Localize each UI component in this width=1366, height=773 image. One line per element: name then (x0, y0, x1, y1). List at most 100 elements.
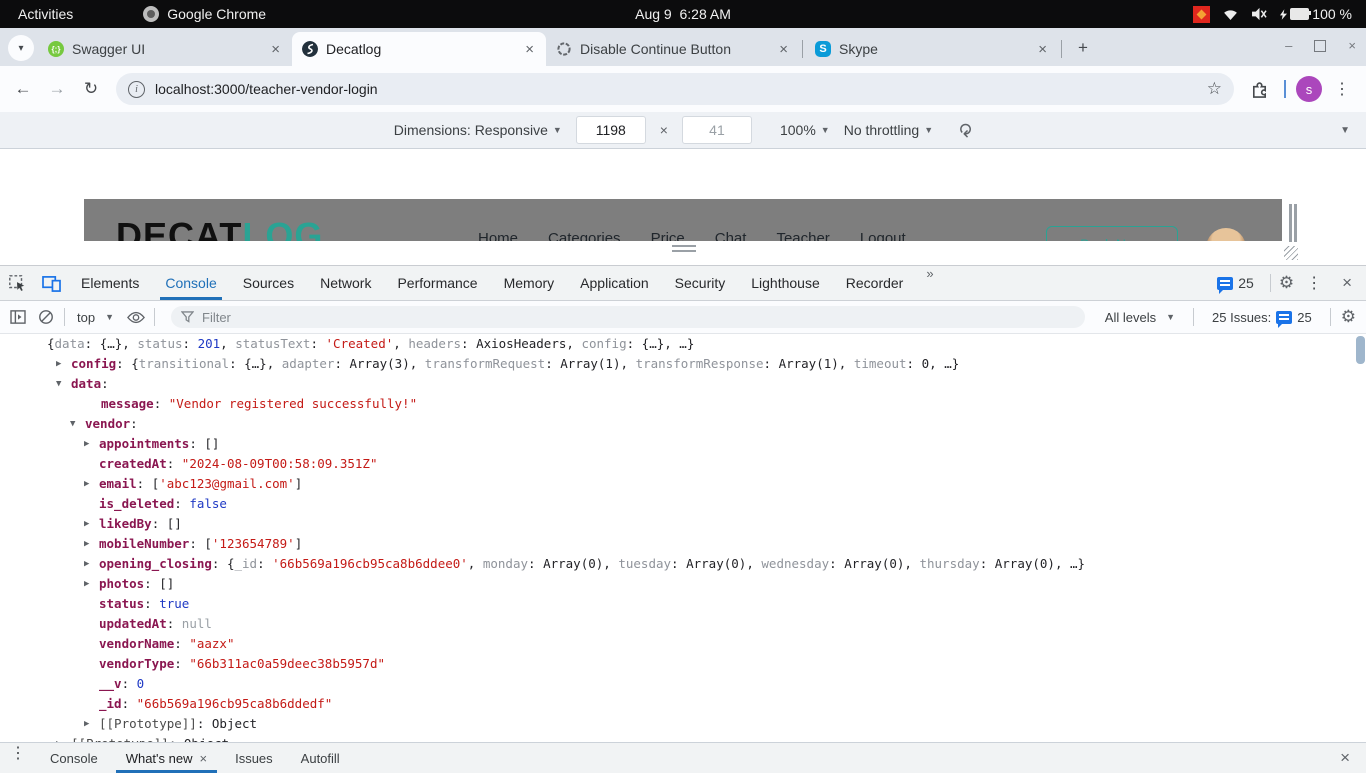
forward-button[interactable]: → (42, 74, 72, 104)
drawer-menu-icon[interactable]: ⋮ (0, 743, 36, 773)
tab-network[interactable]: Network (307, 266, 384, 300)
window-close-button[interactable]: × (1348, 38, 1356, 53)
collapsed-triangle-icon[interactable]: ▶ (84, 534, 99, 554)
console-line[interactable]: ▶opening_closing: {_id: '66b569a196cb95c… (0, 554, 1366, 574)
tab-application[interactable]: Application (567, 266, 662, 300)
tab-recorder[interactable]: Recorder (833, 266, 917, 300)
console-line[interactable]: ▶[[Prototype]]: Object (0, 714, 1366, 734)
tab-search-button[interactable]: ▾ (8, 35, 34, 61)
console-line[interactable]: ▶config: {transitional: {…}, adapter: Ar… (0, 354, 1366, 374)
collapsed-triangle-icon[interactable]: ▶ (84, 434, 99, 454)
viewport-resize-grip[interactable] (672, 245, 696, 253)
tab-skype[interactable]: S Skype × (805, 32, 1059, 66)
drawer-tab-issues[interactable]: Issues (221, 743, 287, 773)
expanded-triangle-icon[interactable]: ▼ (56, 374, 71, 394)
tab-swagger-ui[interactable]: {;} Swagger UI × (38, 32, 292, 66)
drawer-tab-console[interactable]: Console (36, 743, 112, 773)
dimensions-select[interactable]: Dimensions: Responsive ▼ (394, 122, 562, 138)
page-scrollbar[interactable] (1294, 204, 1297, 242)
nav-link[interactable]: Categories (548, 230, 621, 241)
devtools-menu-icon[interactable]: ⋮ (1298, 273, 1330, 293)
back-button[interactable]: ← (8, 74, 38, 104)
devtools-settings-icon[interactable]: ⚙ (1279, 273, 1294, 293)
clear-console-icon[interactable] (32, 309, 60, 325)
rotate-viewport-icon[interactable]: ⟳ (954, 122, 975, 137)
tab-close-icon[interactable]: × (269, 41, 282, 58)
site-logo[interactable]: DECATLOG (116, 215, 323, 241)
console-line[interactable]: ▶mobileNumber: ['123654789'] (0, 534, 1366, 554)
collapsed-triangle-icon[interactable]: ▶ (84, 514, 99, 534)
inspect-element-button[interactable] (0, 266, 34, 300)
console-filter-input[interactable]: Filter (171, 306, 1085, 328)
console-line[interactable]: ▶[[Prototype]]: Object (0, 734, 1366, 742)
console-line[interactable]: ▶email: ['abc123@gmail.com'] (0, 474, 1366, 494)
tab-console[interactable]: Console (152, 266, 229, 300)
tab-close-icon[interactable]: × (1036, 41, 1049, 58)
reload-button[interactable]: ↻ (76, 74, 106, 104)
console-line[interactable]: ▼data: (0, 374, 1366, 394)
tab-close-icon[interactable]: × (523, 41, 536, 58)
zoom-select[interactable]: 100% ▼ (780, 122, 830, 138)
profile-avatar[interactable]: s (1296, 76, 1322, 102)
viewport-height-input[interactable] (682, 116, 752, 144)
collapsed-triangle-icon[interactable]: ▶ (84, 554, 99, 574)
viewport-width-input[interactable] (576, 116, 646, 144)
collapsed-triangle-icon[interactable]: ▶ (56, 734, 71, 742)
tab-security[interactable]: Security (662, 266, 739, 300)
console-line[interactable]: ▶appointments: [] (0, 434, 1366, 454)
collapsed-triangle-icon[interactable]: ▶ (84, 714, 99, 734)
responsive-page-frame[interactable]: DECATLOG Home Categories Price Chat Teac… (84, 199, 1282, 241)
tab-memory[interactable]: Memory (491, 266, 568, 300)
tab-sources[interactable]: Sources (230, 266, 307, 300)
nav-link[interactable]: Teacher (776, 230, 829, 241)
nav-link[interactable]: Logout (860, 230, 906, 241)
issues-counter[interactable]: 25 Issues: 25 (1204, 310, 1320, 325)
drawer-close-icon[interactable]: × (1332, 748, 1358, 768)
console-line[interactable]: ▶likedBy: [] (0, 514, 1366, 534)
console-line[interactable]: ▶photos: [] (0, 574, 1366, 594)
nav-link[interactable]: Home (478, 230, 518, 241)
throttling-select[interactable]: No throttling ▼ (844, 122, 933, 138)
more-tabs-icon[interactable]: » (916, 266, 943, 300)
tab-decatlog[interactable]: Decatlog × (292, 32, 546, 66)
window-minimize-button[interactable]: – (1285, 38, 1292, 53)
tab-lighthouse[interactable]: Lighthouse (738, 266, 833, 300)
drawer-tab-whats-new[interactable]: What's new × (112, 743, 221, 773)
browser-menu-button[interactable]: ⋮ (1326, 79, 1358, 99)
page-scrollbar[interactable] (1289, 204, 1292, 242)
tab-performance[interactable]: Performance (384, 266, 490, 300)
drawer-tab-autofill[interactable]: Autofill (287, 743, 354, 773)
console-settings-icon[interactable]: ⚙ (1341, 307, 1356, 327)
device-toolbar-options-icon[interactable]: ▼ (1340, 125, 1350, 136)
console-line[interactable]: ▼vendor: (0, 414, 1366, 434)
collapsed-triangle-icon[interactable]: ▶ (84, 574, 99, 594)
bookmark-star-icon[interactable]: ☆ (1205, 79, 1224, 99)
window-restore-button[interactable] (1314, 40, 1326, 52)
expanded-triangle-icon[interactable]: ▼ (70, 414, 85, 434)
drawer-tab-close-icon[interactable]: × (200, 751, 208, 766)
collapsed-triangle-icon[interactable]: ▶ (56, 354, 71, 374)
cta-button[interactable]: Book Now (1046, 226, 1178, 241)
nav-link[interactable]: Price (651, 230, 685, 241)
viewport-corner-resize-handle[interactable] (1284, 246, 1298, 260)
system-clock[interactable]: Aug 9 6:28 AM (0, 6, 1366, 22)
tab-label: Disable Continue Button (580, 41, 769, 57)
site-info-icon[interactable]: i (128, 81, 145, 98)
devtools-close-icon[interactable]: × (1334, 273, 1360, 293)
tab-close-icon[interactable]: × (777, 41, 790, 58)
console-messages-count[interactable]: 25 (1209, 275, 1262, 291)
tab-disable-continue-button[interactable]: Disable Continue Button × (546, 32, 800, 66)
collapsed-triangle-icon[interactable]: ▶ (84, 474, 99, 494)
toggle-device-toolbar-button[interactable] (34, 266, 68, 300)
console-context-select[interactable]: top ▼ (69, 310, 122, 325)
eye-live-expression-icon[interactable] (122, 311, 150, 324)
console-sidebar-toggle-icon[interactable] (4, 310, 32, 324)
console-scrollbar-thumb[interactable] (1356, 336, 1365, 364)
new-tab-button[interactable]: + (1070, 35, 1096, 61)
tab-elements[interactable]: Elements (68, 266, 152, 300)
log-levels-select[interactable]: All levels ▼ (1097, 310, 1183, 325)
url-text[interactable]: localhost:3000/teacher-vendor-login (155, 81, 1205, 97)
nav-link[interactable]: Chat (715, 230, 747, 241)
address-bar[interactable]: i localhost:3000/teacher-vendor-login ☆ (116, 73, 1234, 105)
extensions-button[interactable] (1244, 74, 1274, 104)
